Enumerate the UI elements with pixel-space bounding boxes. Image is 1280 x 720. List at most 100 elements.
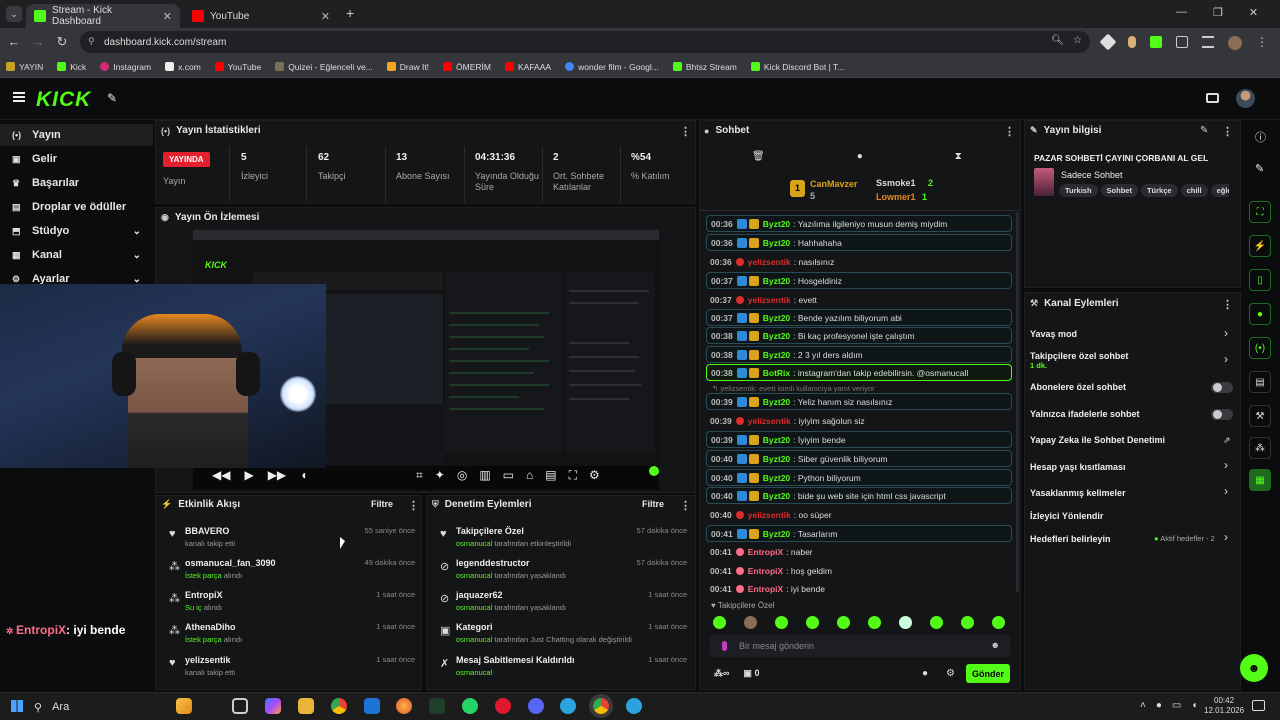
chevron-right-icon[interactable]: ›: [1224, 352, 1228, 366]
rewind-icon[interactable]: ◀◀: [212, 468, 230, 482]
kebab-menu-icon[interactable]: ⋮: [680, 499, 691, 512]
chat-message[interactable]: 00:40 Byzt20: bide şu web site için html …: [706, 487, 1012, 504]
telegram-icon[interactable]: [626, 698, 642, 714]
outlook-icon[interactable]: [364, 698, 380, 714]
sidebar-item-gelir[interactable]: ▣ Gelir: [0, 148, 153, 170]
volume-icon[interactable]: ◖: [1191, 700, 1197, 711]
chevron-right-icon[interactable]: ›: [1224, 326, 1228, 340]
emote-icon[interactable]: [868, 616, 881, 629]
chat-username[interactable]: Byzt20: [763, 350, 790, 360]
bookmark-item[interactable]: x.com: [165, 62, 201, 72]
chat-username[interactable]: yelizsentik: [748, 295, 791, 305]
chat-username[interactable]: Byzt20: [763, 397, 790, 407]
action-account-age[interactable]: Hesap yaşı kısıtlaması: [1030, 462, 1126, 472]
stats-icon[interactable]: ▥: [479, 468, 490, 483]
new-tab-icon[interactable]: +: [346, 5, 354, 21]
chevron-up-icon[interactable]: ˄: [1140, 700, 1146, 711]
top-chatter-name[interactable]: CanMavzer: [810, 179, 858, 189]
network-icon[interactable]: ▭: [1172, 700, 1181, 711]
extension-icon[interactable]: [1128, 36, 1136, 48]
chat-username[interactable]: Byzt20: [763, 454, 790, 464]
task-view-icon[interactable]: [232, 698, 248, 714]
kebab-menu-icon[interactable]: ⋮: [1222, 298, 1233, 311]
moderator-name[interactable]: osmanucal: [456, 539, 492, 548]
emote-icon[interactable]: [992, 616, 1005, 629]
emote-icon[interactable]: [899, 616, 912, 629]
volume-icon[interactable]: ◖: [300, 468, 307, 482]
top-chatter-name[interactable]: Lowmer1: [876, 192, 916, 202]
kebab-menu-icon[interactable]: ⋮: [680, 125, 691, 138]
external-link-icon[interactable]: ⇗: [1223, 435, 1231, 446]
tag[interactable]: Sohbet: [1100, 184, 1138, 197]
sidebar-item-kanal[interactable]: ▦ Kanal ⌄: [0, 244, 153, 266]
file-explorer-icon[interactable]: [298, 698, 314, 714]
category-name[interactable]: Sadece Sohbet: [1061, 170, 1123, 180]
chat-message[interactable]: 00:41 Byzt20: Tasarlarım: [706, 525, 1012, 542]
chat-message[interactable]: 00:41 EntropiX: iyi bende: [706, 580, 1012, 597]
moderator-name[interactable]: osmanucal: [456, 571, 492, 580]
pin-icon[interactable]: ✎: [107, 91, 117, 105]
chat-username[interactable]: Byzt20: [763, 276, 790, 286]
chat-message[interactable]: 00:40 yelizsentik: oo süper: [706, 506, 1012, 523]
rail-chat-toggle[interactable]: ⛶: [1249, 201, 1271, 223]
chat-message[interactable]: 00:36 yelizsentik: nasılsınız: [706, 253, 1012, 270]
bookmark-star-icon[interactable]: ☆: [1073, 35, 1082, 46]
action-host[interactable]: İzleyici Yönlendir: [1030, 511, 1103, 521]
bookmark-item[interactable]: ÖMERİM: [443, 62, 491, 72]
tab-kick-dashboard[interactable]: Stream - Kick Dashboard ✕: [26, 4, 180, 28]
rail-activity-toggle[interactable]: ⚡: [1249, 235, 1271, 257]
rail-chat-panel-toggle[interactable]: ●: [1249, 303, 1271, 325]
close-icon[interactable]: ✕: [321, 10, 330, 23]
chat-message[interactable]: 00:40 Byzt20: Python biliyorum: [706, 469, 1012, 486]
back-icon[interactable]: ←: [4, 34, 24, 49]
bookmark-item[interactable]: Draw It!: [386, 62, 429, 72]
chat-username[interactable]: yelizsentik: [748, 510, 791, 520]
rail-calculator-toggle[interactable]: ▦: [1249, 469, 1271, 491]
forward-icon[interactable]: →: [28, 34, 48, 49]
action-emote-only[interactable]: Yalnızca ifadelerle sohbet: [1030, 409, 1140, 419]
tag[interactable]: eğlen: [1210, 184, 1229, 197]
hamburger-menu-icon[interactable]: [13, 92, 25, 102]
trash-icon[interactable]: 🗑︎: [752, 151, 765, 162]
chevron-right-icon[interactable]: ›: [1224, 484, 1228, 498]
chat-input[interactable]: Bir mesaj gönderin ☻: [710, 635, 1010, 657]
bookmark-item[interactable]: wonder film - Googl...: [565, 62, 659, 72]
bookmark-item[interactable]: YAYIN: [6, 62, 43, 72]
theater-icon[interactable]: [1206, 93, 1219, 103]
moderator-name[interactable]: osmanucal: [456, 668, 492, 677]
chat-username[interactable]: Byzt20: [763, 331, 790, 341]
tab-list-icon[interactable]: ⌄: [6, 6, 22, 22]
chat-message[interactable]: 00:40 Byzt20: Siber güvenlik biliyorum: [706, 450, 1012, 467]
pip-icon[interactable]: ▭: [503, 468, 514, 483]
kick-logo[interactable]: KICK: [36, 88, 91, 112]
chat-message[interactable]: 00:36 Byzt20: Yazılıma ilgileniyo musun d…: [706, 215, 1012, 232]
chat-message[interactable]: 00:41 EntropiX: naber: [706, 543, 1012, 560]
chat-message[interactable]: 00:37 Byzt20: Bende yazılım biliyorum abi: [706, 309, 1012, 326]
bookmark-item[interactable]: Instagram: [100, 62, 151, 72]
hourglass-icon[interactable]: ⧗: [955, 151, 962, 162]
action-slow-mode[interactable]: Yavaş mod: [1030, 329, 1077, 339]
chat-username[interactable]: Byzt20: [763, 473, 790, 483]
moderator-name[interactable]: osmanucal: [456, 603, 492, 612]
telegram-icon[interactable]: [560, 698, 576, 714]
chat-message[interactable]: 00:39 Byzt20: İyiyim bende: [706, 431, 1012, 448]
chat-username[interactable]: yelizsentik: [748, 416, 791, 426]
sidebar-item-yayin[interactable]: (•) Yayın: [0, 124, 153, 146]
bookmark-item[interactable]: Bhtsz Stream: [672, 62, 737, 72]
action-goals[interactable]: Hedefleri belirleyin: [1030, 534, 1111, 544]
tag[interactable]: chill: [1180, 184, 1208, 197]
chat-username[interactable]: EntropiX: [748, 547, 783, 557]
chat-bubble-icon[interactable]: ●: [857, 151, 863, 162]
sparkle-icon[interactable]: ✦: [435, 468, 445, 483]
crop-icon[interactable]: ⌗: [416, 468, 423, 483]
windows-start-icon[interactable]: [11, 700, 23, 712]
extension-icon[interactable]: [1099, 33, 1117, 51]
chat-message[interactable]: 00:41 EntropiX: hoş geldim: [706, 562, 1012, 579]
chat-username[interactable]: EntropiX: [748, 584, 783, 594]
emoji-icon[interactable]: ☻: [991, 640, 1000, 650]
speed-icon[interactable]: ◎: [457, 468, 467, 483]
chat-username[interactable]: Byzt20: [763, 435, 790, 445]
emote-icon[interactable]: [775, 616, 788, 629]
reading-list-icon[interactable]: [1202, 36, 1214, 48]
action-banned-words[interactable]: Yasaklanmış kelimeler: [1030, 488, 1126, 498]
